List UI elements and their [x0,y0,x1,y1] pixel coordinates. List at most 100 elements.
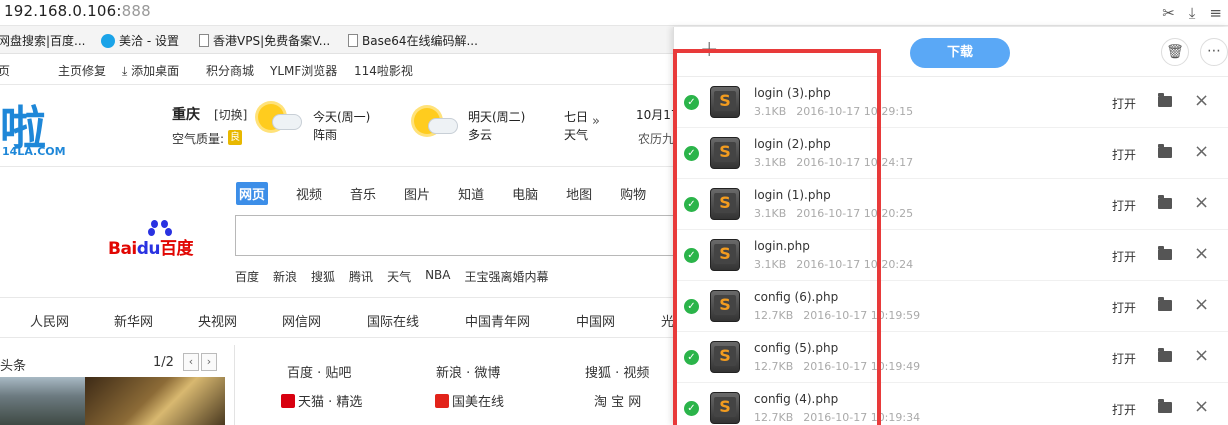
open-button[interactable]: 打开 [1112,248,1136,265]
bookmark-item[interactable]: 美洽 - 设置 [101,32,179,49]
address-text[interactable]: 192.168.0.106:888 [4,2,151,20]
bookmark-item[interactable]: 香港VPS|免费备案V... [199,32,330,49]
download-filename: login (3).php [754,86,831,100]
download-item[interactable]: ✓ S config (5).php 12.7KB 2016-10-17 10:1… [674,332,1228,383]
folder-icon[interactable] [1158,246,1172,260]
close-icon[interactable]: × [1194,396,1209,417]
nav-link-gome[interactable]: 国美在线 [435,391,504,410]
pager-next-button[interactable]: › [201,353,217,371]
headline-photo[interactable] [0,377,85,425]
site-link[interactable]: 中国网 [576,311,615,330]
folder-icon[interactable] [1158,348,1172,362]
download-item[interactable]: ✓ S config (6).php 12.7KB 2016-10-17 10:1… [674,281,1228,332]
download-item[interactable]: ✓ S login (3).php 3.1KB 2016-10-17 10:29:… [674,77,1228,128]
download-item[interactable]: ✓ S login (2).php 3.1KB 2016-10-17 10:24:… [674,128,1228,179]
open-button[interactable]: 打开 [1112,146,1136,163]
divider [234,345,235,425]
nav-item-home-fix[interactable]: 主页修复 [58,62,106,79]
nav-link-sina-weibo[interactable]: 新浪 · 微博 [436,362,500,381]
folder-icon[interactable] [1158,195,1172,209]
download-item[interactable]: ✓ S login (1).php 3.1KB 2016-10-17 10:20:… [674,179,1228,230]
weather-seven-day[interactable]: 七日 天气 [564,108,588,144]
search-tab-images[interactable]: 图片 [404,184,430,205]
weather-tomorrow[interactable]: 明天(周二) 多云 [468,108,525,144]
site-link[interactable]: 新华网 [114,311,153,330]
search-tab-map[interactable]: 地图 [566,184,592,205]
sublime-file-icon: S [710,188,740,220]
folder-icon[interactable] [1158,93,1172,107]
bookmark-item[interactable]: Base64在线编码解... [348,32,478,49]
download-meta: 12.7KB 2016-10-17 10:19:49 [754,360,930,373]
add-icon[interactable]: + [700,37,718,62]
hot-link[interactable]: 搜狐 [311,268,335,285]
search-tab-video[interactable]: 视频 [296,184,322,205]
download-button[interactable]: 下载 [910,38,1010,68]
site-link[interactable]: 人民网 [30,311,69,330]
close-icon[interactable]: × [1194,141,1209,162]
hot-link[interactable]: 新浪 [273,268,297,285]
nav-item-points-mall[interactable]: 积分商城 [206,62,254,79]
pager-prev-button[interactable]: ‹ [183,353,199,371]
close-icon[interactable]: × [1194,294,1209,315]
nav-link-baidu-tieba[interactable]: 百度 · 贴吧 [287,362,351,381]
site-link[interactable]: 国际在线 [367,311,419,330]
hot-link[interactable]: 腾讯 [349,268,373,285]
search-input[interactable] [235,215,685,256]
address-host: 192.168.0.106: [4,2,122,20]
site-link[interactable]: 中国青年网 [465,311,530,330]
trash-icon[interactable]: 🗑 [1161,38,1189,66]
open-button[interactable]: 打开 [1112,350,1136,367]
check-icon: ✓ [684,350,699,365]
hot-link[interactable]: NBA [425,268,450,285]
open-button[interactable]: 打开 [1112,95,1136,112]
hot-link[interactable]: 天气 [387,268,411,285]
gome-icon [435,394,449,408]
weather-tomorrow-cond: 多云 [468,128,493,142]
hot-link[interactable]: 百度 [235,268,259,285]
download-icon[interactable]: ⤓ [1189,4,1196,22]
close-icon[interactable]: × [1194,345,1209,366]
weather-today[interactable]: 今天(周一) 阵雨 [313,108,370,144]
open-button[interactable]: 打开 [1112,401,1136,418]
close-icon[interactable]: × [1194,90,1209,111]
folder-icon[interactable] [1158,297,1172,311]
divider [0,337,680,338]
nav-link-sohu-video[interactable]: 搜狐 · 视频 [585,362,649,381]
open-button[interactable]: 打开 [1112,197,1136,214]
headline-photo[interactable] [85,377,225,425]
address-bar[interactable]: 192.168.0.106:888 ✂ ⤓ ≡ [0,0,1228,26]
folder-icon[interactable] [1158,399,1172,413]
nav-link-tmall[interactable]: 天猫 · 精选 [281,391,362,410]
nav-item[interactable]: 页 [0,62,10,79]
more-icon[interactable]: ⋯ [1200,38,1228,66]
nav-item-114-video[interactable]: 114啦影视 [354,62,413,79]
download-time: 2016-10-17 10:24:17 [796,156,914,169]
folder-icon[interactable] [1158,144,1172,158]
weather-switch-link[interactable]: [切换] [214,106,247,123]
search-tab-music[interactable]: 音乐 [350,184,376,205]
search-tab-computer[interactable]: 电脑 [512,184,538,205]
baidu-logo[interactable]: Baidu百度 [108,220,210,259]
check-icon: ✓ [684,299,699,314]
download-item[interactable]: ✓ S config (4).php 12.7KB 2016-10-17 10:1… [674,383,1228,425]
scissors-icon[interactable]: ✂ [1162,4,1175,22]
download-filename: config (6).php [754,290,839,304]
open-button[interactable]: 打开 [1112,299,1136,316]
hot-link[interactable]: 王宝强离婚内幕 [465,268,549,285]
close-icon[interactable]: × [1194,243,1209,264]
nav-item-ylmf[interactable]: YLMF浏览器 [270,62,337,79]
download-panel: + 下载 🗑 ⋯ ✓ S login (3).php 3.1KB 2016-10-… [673,27,1228,425]
site-link[interactable]: 网信网 [282,311,321,330]
download-item[interactable]: ✓ S login.php 3.1KB 2016-10-17 10:20:24 打… [674,230,1228,281]
search-tab-zhidao[interactable]: 知道 [458,184,484,205]
nav-item-add-desktop[interactable]: ⤓ 添加桌面 [122,62,179,79]
search-tab-shopping[interactable]: 购物 [620,184,646,205]
menu-icon[interactable]: ≡ [1209,4,1222,22]
bookmark-item[interactable]: 网盘搜索|百度... [0,32,86,49]
site-link[interactable]: 央视网 [198,311,237,330]
download-size: 3.1KB [754,207,787,220]
sublime-file-icon: S [710,341,740,373]
nav-link-taobao[interactable]: 淘 宝 网 [594,391,641,410]
close-icon[interactable]: × [1194,192,1209,213]
search-tab-web[interactable]: 网页 [236,182,269,205]
